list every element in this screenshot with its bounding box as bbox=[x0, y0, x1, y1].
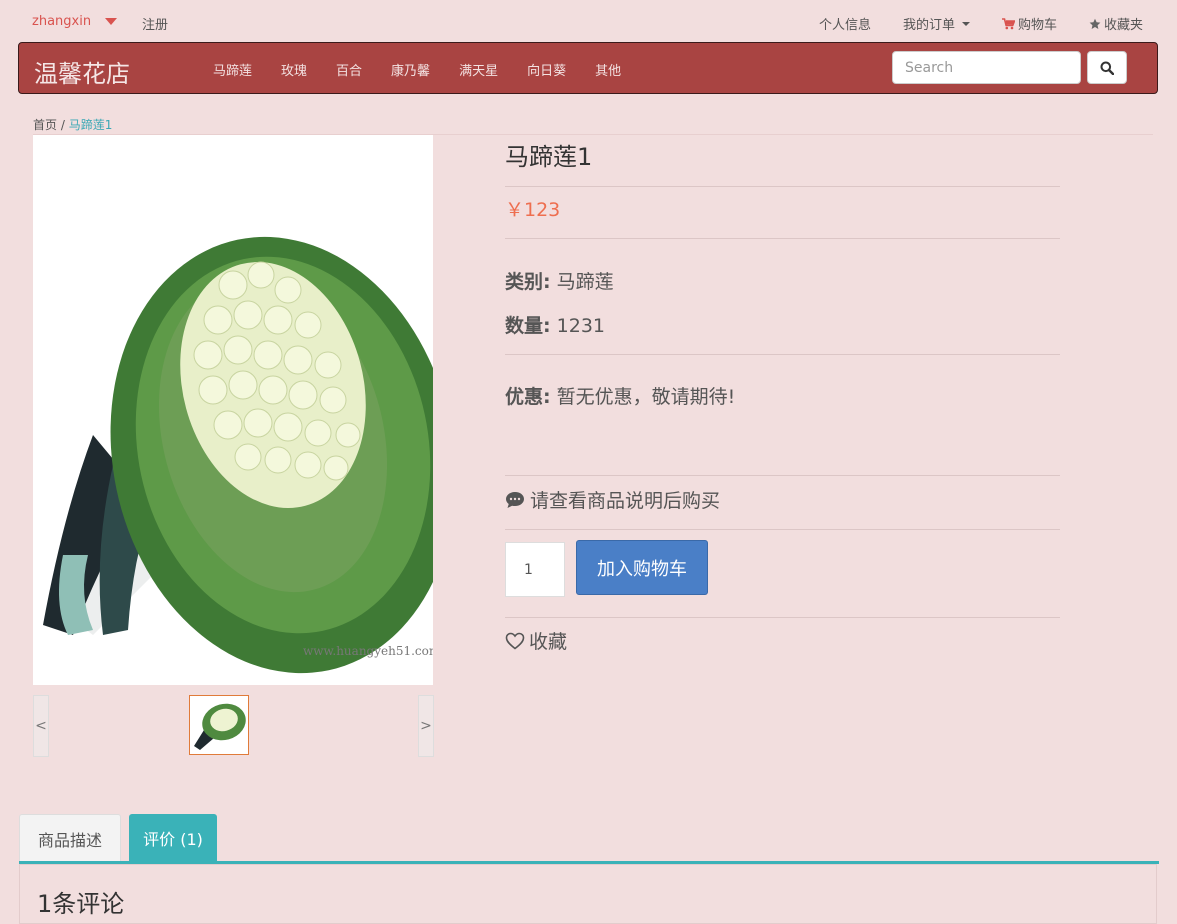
quantity-row: 数量: 1231 bbox=[505, 311, 605, 338]
product-thumbnail[interactable] bbox=[189, 695, 249, 755]
star-icon bbox=[1089, 18, 1101, 29]
nav-link-sunflower[interactable]: 向日葵 bbox=[527, 60, 566, 79]
username: zhangxin bbox=[32, 14, 92, 29]
notice-text: 请查看商品说明后购买 bbox=[530, 490, 721, 512]
purchase-notice: 请查看商品说明后购买 bbox=[505, 486, 720, 513]
category-label: 类别: bbox=[505, 271, 551, 293]
promo-row: 优惠: 暂无优惠，敬请期待! bbox=[505, 382, 735, 409]
divider bbox=[505, 529, 1060, 530]
promo-label: 优惠: bbox=[505, 386, 551, 408]
profile-label: 个人信息 bbox=[818, 18, 871, 33]
divider bbox=[505, 475, 1060, 476]
profile-link[interactable]: 个人信息 bbox=[819, 14, 871, 33]
heart-icon bbox=[505, 632, 525, 650]
favorite-label: 收藏 bbox=[529, 631, 568, 653]
nav-link-gypsophila[interactable]: 满天星 bbox=[459, 60, 498, 79]
orders-dropdown[interactable]: 我的订单 bbox=[903, 14, 970, 33]
promo-value: 暂无优惠，敬请期待! bbox=[556, 386, 736, 408]
nav-link-rose[interactable]: 玫瑰 bbox=[281, 60, 307, 79]
category-row: 类别: 马蹄莲 bbox=[505, 267, 614, 294]
caret-down-icon bbox=[961, 21, 970, 26]
thumb-next-button[interactable]: > bbox=[418, 695, 434, 757]
breadcrumb-current: 马蹄莲1 bbox=[68, 118, 113, 132]
tab-description[interactable]: 商品描述 bbox=[19, 814, 121, 862]
comment-icon bbox=[506, 491, 524, 508]
cart-icon bbox=[1001, 17, 1015, 29]
image-watermark: www.huangyeh51.com bbox=[303, 644, 433, 658]
favorites-label: 收藏夹 bbox=[1103, 18, 1143, 33]
tab-panel bbox=[19, 864, 1157, 924]
search-icon bbox=[1100, 61, 1114, 75]
nav-link-other[interactable]: 其他 bbox=[595, 60, 621, 79]
search-button[interactable] bbox=[1087, 51, 1127, 84]
product-title: 马蹄莲1 bbox=[505, 143, 593, 171]
divider bbox=[505, 354, 1060, 355]
search-input[interactable] bbox=[892, 51, 1081, 84]
category-value: 马蹄莲 bbox=[556, 271, 614, 293]
add-to-cart-button[interactable]: 加入购物车 bbox=[576, 540, 708, 595]
cart-label: 购物车 bbox=[1017, 18, 1057, 33]
favorites-link[interactable]: 收藏夹 bbox=[1089, 14, 1143, 33]
divider bbox=[505, 186, 1060, 187]
nav-link-calla[interactable]: 马蹄莲 bbox=[213, 60, 252, 79]
user-menu[interactable]: zhangxin bbox=[32, 14, 118, 29]
thumb-prev-button[interactable]: < bbox=[33, 695, 49, 757]
category-nav: 马蹄莲 玫瑰 百合 康乃馨 满天星 向日葵 其他 bbox=[213, 60, 621, 79]
main-navbar: 温馨花店 马蹄莲 玫瑰 百合 康乃馨 满天星 向日葵 其他 bbox=[18, 42, 1158, 94]
register-link[interactable]: 注册 bbox=[142, 14, 168, 33]
caret-down-icon bbox=[105, 18, 118, 25]
divider bbox=[505, 238, 1060, 239]
product-price: ￥123 bbox=[505, 199, 561, 221]
tab-reviews[interactable]: 评价 (1) bbox=[129, 814, 217, 862]
product-image: www.huangyeh51.com bbox=[33, 135, 433, 685]
top-right-links: 个人信息 我的订单 购物车 收藏夹 bbox=[819, 14, 1143, 33]
orders-label: 我的订单 bbox=[902, 18, 955, 33]
favorite-button[interactable]: 收藏 bbox=[505, 627, 567, 654]
nav-link-carnation[interactable]: 康乃馨 bbox=[391, 60, 430, 79]
nav-link-lily[interactable]: 百合 bbox=[336, 60, 362, 79]
breadcrumb-home[interactable]: 首页 bbox=[33, 118, 57, 132]
top-bar: zhangxin 注册 个人信息 我的订单 购物车 收藏夹 bbox=[0, 0, 1177, 42]
quantity-label: 数量: bbox=[505, 315, 551, 337]
cart-link[interactable]: 购物车 bbox=[1001, 14, 1057, 33]
quantity-input[interactable] bbox=[505, 542, 565, 597]
breadcrumb: 首页 / 马蹄莲1 bbox=[33, 118, 113, 132]
divider bbox=[505, 617, 1060, 618]
quantity-value: 1231 bbox=[556, 315, 606, 337]
brand-logo[interactable]: 温馨花店 bbox=[34, 54, 130, 89]
